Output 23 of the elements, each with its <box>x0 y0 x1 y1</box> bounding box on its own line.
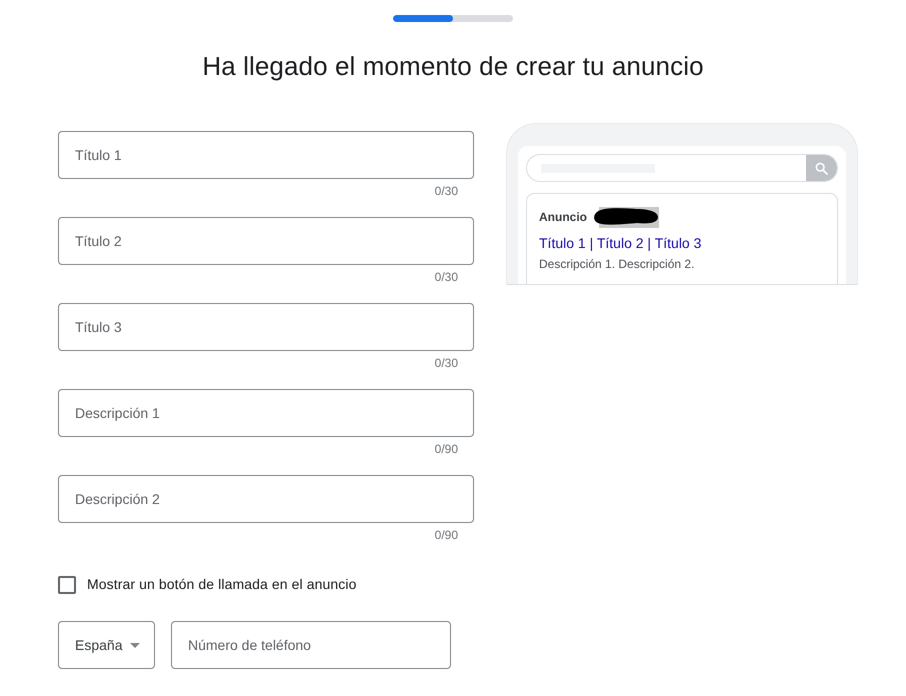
character-counter: 0/30 <box>434 184 458 198</box>
checkbox-label: Mostrar un botón de llamada en el anuncio <box>87 575 356 594</box>
ad-headline: Título 1 | Título 2 | Título 3 <box>539 234 702 252</box>
text-input-field[interactable]: Descripción 1 <box>58 389 474 437</box>
redaction-mark <box>593 206 659 228</box>
character-counter: 0/30 <box>434 356 458 370</box>
country-select[interactable]: España <box>58 621 155 669</box>
text-input-field[interactable]: Descripción 2 <box>58 475 474 523</box>
ad-description: Descripción 1. Descripción 2. <box>539 256 696 272</box>
search-icon <box>815 162 828 174</box>
character-counter: 0/90 <box>434 528 458 542</box>
phone-number-field[interactable]: Número de teléfono <box>171 621 451 669</box>
text-input-field[interactable]: Título 2 <box>58 217 474 265</box>
caret-icon <box>130 642 140 648</box>
call-button-checkbox[interactable] <box>58 576 76 594</box>
page-title: Ha llegado el momento de crear tu anuncio <box>202 50 704 82</box>
character-counter: 0/30 <box>434 270 458 284</box>
text-input-field[interactable]: Título 1 <box>58 131 474 179</box>
search-button[interactable] <box>806 155 837 181</box>
preview-search-field[interactable] <box>526 154 838 182</box>
character-counter: 0/90 <box>434 442 458 456</box>
ad-label: Anuncio <box>539 209 587 226</box>
text-input-field[interactable]: Título 3 <box>58 303 474 351</box>
